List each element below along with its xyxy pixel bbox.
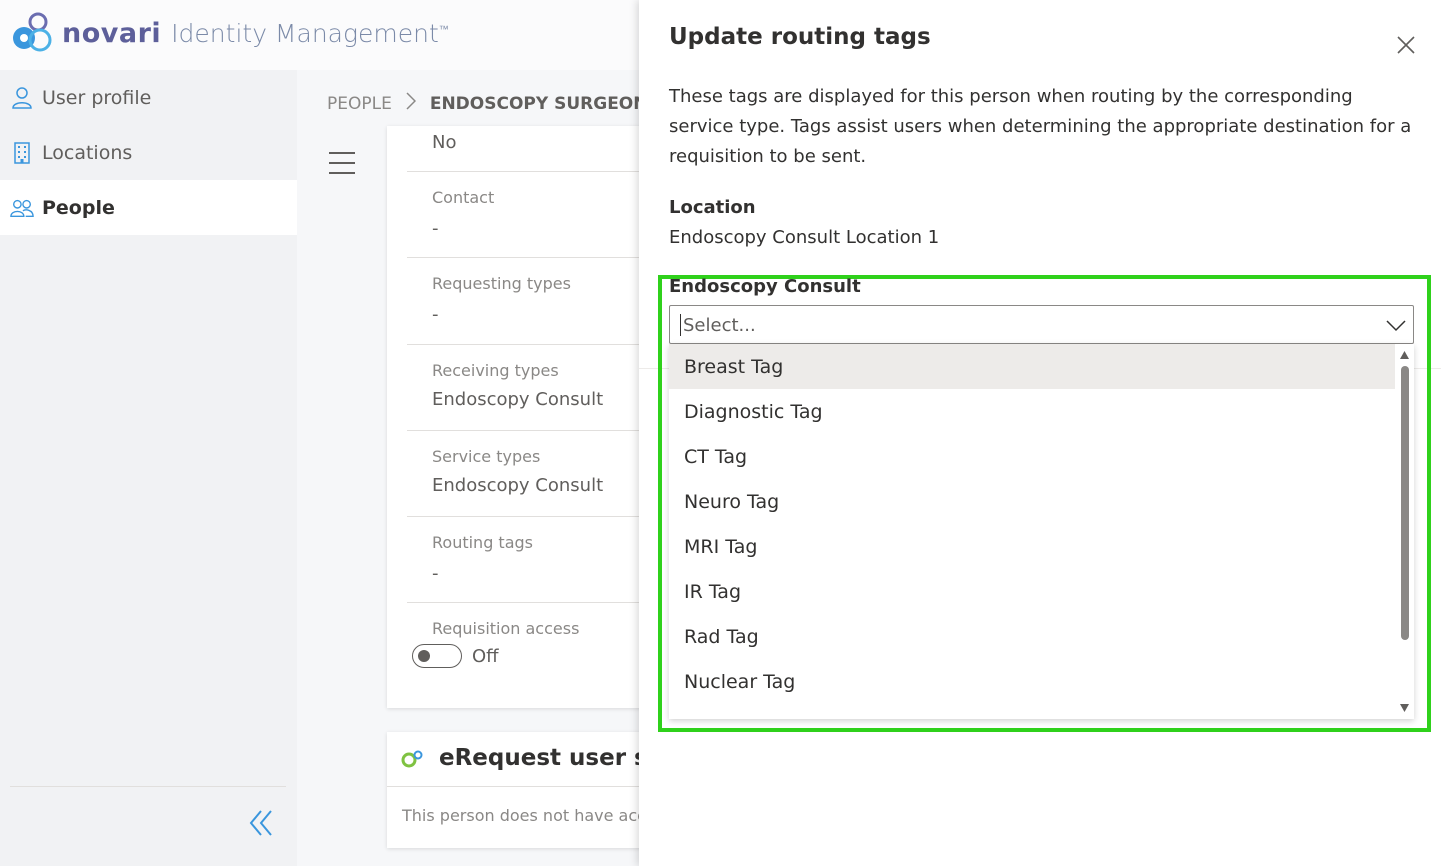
routing-tags-select[interactable]: Select...: [669, 305, 1414, 344]
panel-description: These tags are displayed for this person…: [669, 86, 1412, 167]
field-label: Contact: [432, 188, 495, 207]
sidebar-item-label: Locations: [42, 141, 133, 164]
scroll-down-arrow-icon[interactable]: [1399, 703, 1410, 713]
select-label: Endoscopy Consult: [669, 276, 861, 297]
collapse-sidebar-button[interactable]: [246, 808, 276, 838]
field-label: Receiving types: [432, 361, 559, 380]
requisition-access-toggle[interactable]: Off: [412, 644, 499, 668]
field-value: -: [432, 304, 439, 325]
text-caret: [680, 314, 681, 336]
sidebar-divider: [10, 786, 286, 787]
erequest-logo-icon: [401, 750, 423, 768]
field-label: Service types: [432, 447, 541, 466]
select-dropdown-menu: Breast Tag Diagnostic Tag CT Tag Neuro T…: [669, 344, 1414, 719]
field-value: No: [432, 132, 457, 153]
dropdown-option-diagnostic-tag[interactable]: Diagnostic Tag: [669, 389, 1395, 434]
field-value: -: [432, 218, 439, 239]
select-placeholder: Select...: [683, 315, 756, 336]
field-label: Routing tags: [432, 533, 533, 552]
dropdown-option-ct-tag[interactable]: CT Tag: [669, 434, 1395, 479]
product-name-text: Identity Management: [171, 18, 439, 48]
building-icon: [10, 141, 34, 165]
dropdown-option-neuro-tag[interactable]: Neuro Tag: [669, 479, 1395, 524]
toggle-state-label: Off: [472, 645, 499, 667]
sidebar: User profile Locations People: [0, 70, 297, 866]
dropdown-option-ir-tag[interactable]: IR Tag: [669, 569, 1395, 614]
location-value: Endoscopy Consult Location 1: [669, 227, 940, 248]
chevron-right-icon: [406, 92, 416, 115]
erequest-card-text: This person does not have acce: [402, 806, 656, 825]
double-chevron-left-icon: [249, 810, 272, 836]
field-value: Endoscopy Consult: [432, 475, 604, 496]
panel-title: Update routing tags: [669, 24, 931, 50]
update-routing-tags-panel: Update routing tags These tags are displ…: [639, 0, 1441, 866]
close-icon: [1397, 36, 1415, 54]
brand-name: novari: [62, 17, 162, 49]
breadcrumb-current: ENDOSCOPY SURGEON #: [429, 93, 668, 114]
sidebar-item-locations[interactable]: Locations: [0, 125, 297, 180]
sidebar-item-people[interactable]: People: [0, 180, 297, 235]
chevron-down-icon[interactable]: [1385, 315, 1407, 335]
people-icon: [10, 196, 34, 220]
product-name: Identity Management™: [171, 19, 449, 48]
breadcrumb: PEOPLE ENDOSCOPY SURGEON #: [327, 92, 668, 115]
dropdown-option-nuclear-tag[interactable]: Nuclear Tag: [669, 659, 1395, 704]
novari-logo-icon: [13, 12, 52, 52]
hamburger-menu-icon[interactable]: [329, 152, 355, 174]
toggle-track[interactable]: [412, 644, 462, 668]
novari-logo: novari Identity Management™: [10, 10, 449, 56]
app-root: novari Identity Management™ User profile…: [0, 0, 1441, 866]
person-icon: [10, 86, 34, 110]
field-value: -: [432, 563, 439, 584]
scroll-up-arrow-icon[interactable]: [1399, 350, 1410, 360]
close-button[interactable]: [1395, 34, 1417, 56]
dropdown-option-rad-tag[interactable]: Rad Tag: [669, 614, 1395, 659]
toggle-knob: [418, 650, 430, 662]
sidebar-item-label: People: [42, 196, 115, 219]
field-value: Endoscopy Consult: [432, 389, 604, 410]
location-label: Location: [669, 197, 756, 218]
trademark: ™: [438, 24, 449, 36]
dropdown-scrollbar[interactable]: [1395, 344, 1414, 719]
sidebar-item-label: User profile: [42, 86, 152, 109]
sidebar-item-user-profile[interactable]: User profile: [0, 70, 297, 125]
scrollbar-thumb[interactable]: [1401, 366, 1409, 640]
field-label: Requesting types: [432, 274, 571, 293]
breadcrumb-root[interactable]: PEOPLE: [327, 94, 392, 114]
dropdown-option-breast-tag[interactable]: Breast Tag: [669, 344, 1395, 389]
dropdown-option-mri-tag[interactable]: MRI Tag: [669, 524, 1395, 569]
field-label: Requisition access: [432, 619, 580, 638]
